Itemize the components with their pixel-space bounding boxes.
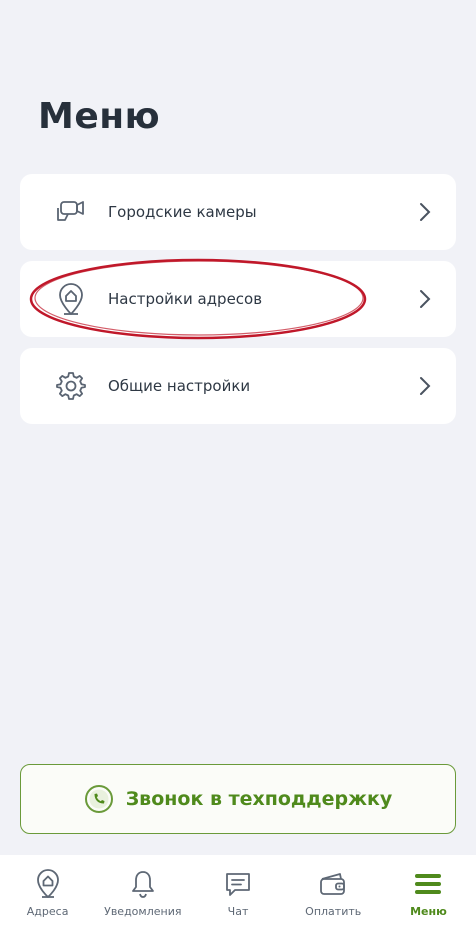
menu-item-label: Настройки адресов bbox=[108, 290, 263, 308]
menu-item-city-cameras[interactable]: Городские камеры bbox=[20, 174, 456, 250]
bell-icon bbox=[128, 869, 158, 899]
nav-item-label: Оплатить bbox=[305, 905, 362, 918]
nav-item-notifications[interactable]: Уведомления bbox=[95, 855, 190, 937]
nav-item-label: Чат bbox=[227, 905, 249, 918]
wallet-icon bbox=[318, 869, 348, 899]
chevron-right-icon bbox=[418, 288, 432, 310]
chevron-right-icon bbox=[418, 201, 432, 223]
hamburger-icon bbox=[413, 869, 443, 899]
phone-icon bbox=[84, 784, 114, 814]
location-pin-icon bbox=[54, 282, 88, 316]
gear-icon bbox=[54, 369, 88, 403]
nav-item-menu[interactable]: Меню bbox=[381, 855, 476, 937]
nav-item-label: Адреса bbox=[26, 905, 69, 918]
nav-item-addresses[interactable]: Адреса bbox=[0, 855, 95, 937]
nav-item-chat[interactable]: Чат bbox=[190, 855, 285, 937]
menu-item-general-settings[interactable]: Общие настройки bbox=[20, 348, 456, 424]
page-title: Меню bbox=[38, 96, 161, 137]
menu-item-label: Общие настройки bbox=[108, 377, 251, 395]
nav-item-pay[interactable]: Оплатить bbox=[286, 855, 381, 937]
menu-item-label: Городские камеры bbox=[108, 203, 257, 221]
nav-item-label: Уведомления bbox=[104, 905, 182, 918]
chevron-right-icon bbox=[418, 375, 432, 397]
menu-item-address-settings[interactable]: Настройки адресов bbox=[20, 261, 456, 337]
bottom-navigation: Адреса Уведомления Чат Оплатить Меню bbox=[0, 855, 476, 937]
nav-item-label: Меню bbox=[410, 905, 447, 918]
support-call-button[interactable]: Звонок в техподдержку bbox=[20, 764, 456, 834]
support-call-label: Звонок в техподдержку bbox=[125, 788, 393, 810]
chat-icon bbox=[223, 869, 253, 899]
camera-icon bbox=[54, 195, 88, 229]
home-pin-icon bbox=[33, 869, 63, 899]
